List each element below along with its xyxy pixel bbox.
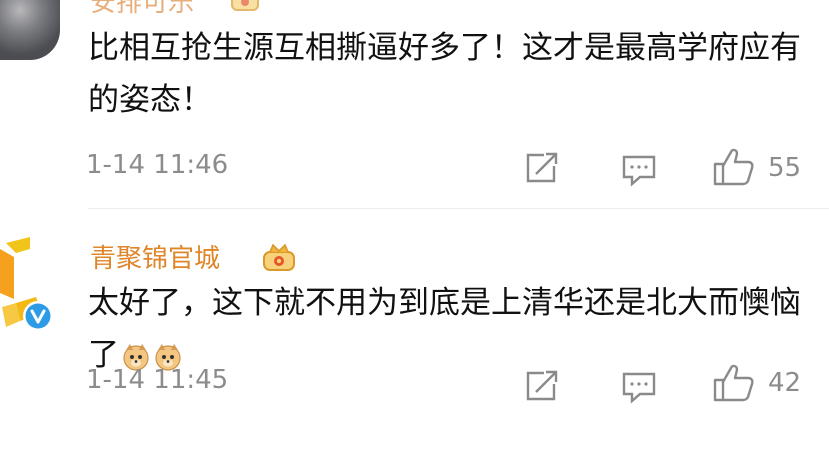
crown-badge-icon bbox=[263, 243, 295, 271]
thumbs-up-icon[interactable] bbox=[712, 362, 756, 404]
timestamp: 1-14 11:46 bbox=[86, 150, 229, 180]
thumbs-up-icon[interactable] bbox=[712, 146, 756, 188]
timestamp: 1-14 11:45 bbox=[86, 365, 229, 395]
verified-v-icon bbox=[23, 301, 53, 331]
avatar[interactable] bbox=[0, 0, 60, 60]
comment-text: 比相互抢生源互相撕逼好多了！这才是最高学府应有的姿态！ bbox=[88, 30, 801, 118]
like-count: 42 bbox=[768, 368, 802, 398]
comment-icon[interactable] bbox=[620, 153, 658, 187]
username[interactable]: 安排可乐 bbox=[90, 0, 194, 19]
username[interactable]: 青聚锦官城 bbox=[90, 238, 220, 275]
comment-text-content: 太好了，这下就不用为到底是上清华还是北大而懊恼了 bbox=[88, 285, 801, 373]
comment-icon[interactable] bbox=[620, 370, 658, 404]
crown-badge-icon bbox=[231, 0, 259, 11]
divider bbox=[88, 208, 829, 209]
share-icon[interactable] bbox=[522, 368, 560, 404]
comment-item: 安排可乐 比相互抢生源互相撕逼好多了！这才是最高学府应有的姿态！ 1-14 11… bbox=[0, 0, 829, 210]
share-icon[interactable] bbox=[522, 150, 560, 186]
like-count: 55 bbox=[768, 153, 802, 183]
comment-item: 青聚锦官城 太好了，这下就不用为到底是上清华还是北大而懊恼了 1-14 11:4… bbox=[0, 210, 829, 476]
